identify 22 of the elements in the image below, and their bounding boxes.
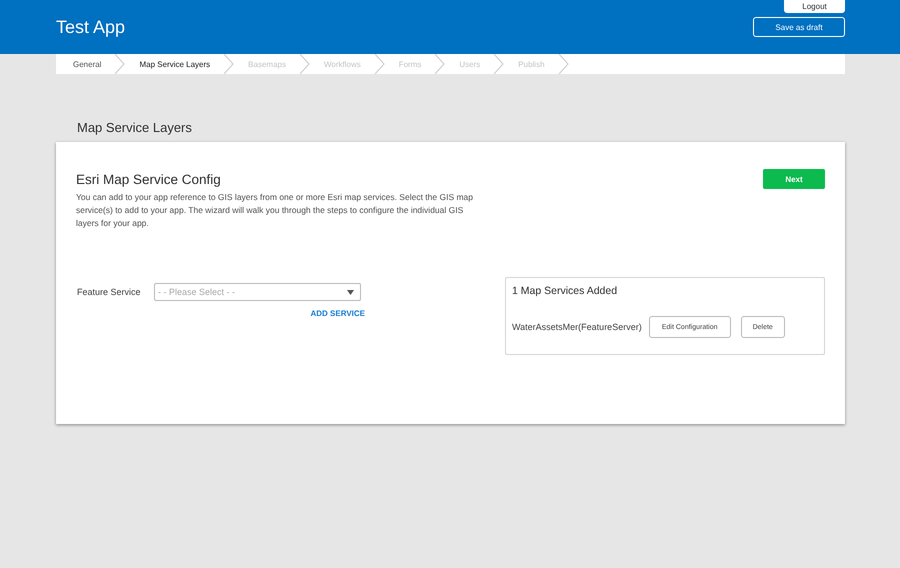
service-select[interactable]: - - Please Select - - [154, 283, 361, 301]
save-draft-button[interactable]: Save as draft [753, 17, 845, 37]
service-name: WaterAssetsMer(FeatureServer) [512, 322, 642, 332]
chevron-icon [494, 54, 504, 74]
caret-icon [347, 290, 354, 294]
chevron-icon [300, 54, 310, 74]
panel-title: 1 Map Services Added [512, 285, 618, 297]
chevron-icon [558, 54, 569, 74]
field-label: Feature Service [76, 287, 142, 297]
card-title: Esri Map Service Config [76, 172, 222, 187]
step-tab[interactable]: Map Service Layers [139, 60, 224, 68]
app-title: Test App [56, 16, 126, 38]
logout-button[interactable]: Logout [784, 0, 845, 13]
section-title: Map Service Layers [77, 120, 193, 137]
add-service-link[interactable]: ADD SERVICE [310, 309, 365, 318]
chevron-icon [224, 54, 234, 74]
step-tab[interactable]: General [73, 60, 116, 68]
chevron-icon [115, 54, 126, 74]
next-button[interactable]: Next [763, 169, 825, 189]
description: You can add to your app reference to GIS layers from one or more Esri map services. Select the GIS map service(s) to add to your app. The wizard will walk you through the steps to configure the individual GIS layers for your app. [76, 191, 474, 230]
chevron-icon [435, 54, 446, 74]
chevron-icon [374, 54, 385, 74]
